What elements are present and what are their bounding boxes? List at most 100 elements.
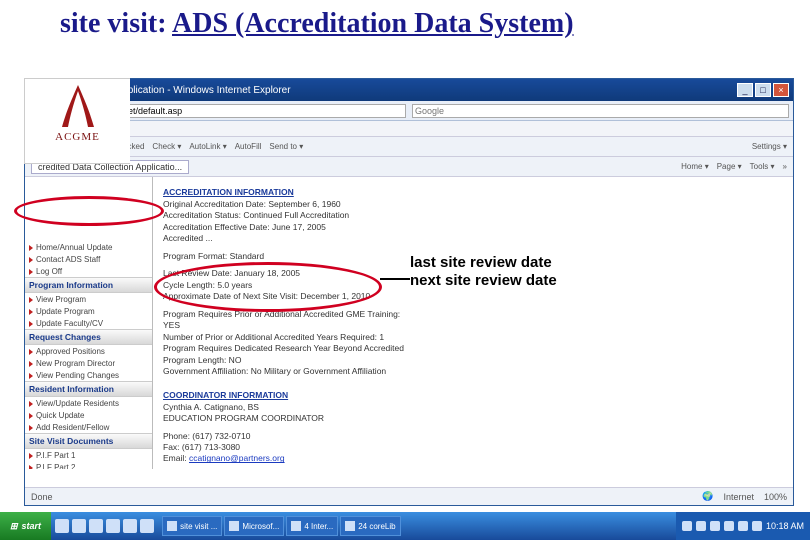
field: EDUCATION PROGRAM COORDINATOR: [163, 413, 783, 424]
slide-title-link: ADS (Accreditation Data System): [172, 8, 574, 39]
field: Accredited ...: [163, 233, 783, 244]
field: Program Requires Prior or Additional Acc…: [163, 309, 783, 320]
tray-icon[interactable]: [724, 521, 734, 531]
taskbar-item[interactable]: site visit ...: [162, 516, 222, 536]
clock[interactable]: 10:18 AM: [766, 521, 804, 531]
quick-launch-icon[interactable]: [89, 519, 103, 533]
toolbar-item[interactable]: Check ▾: [152, 142, 181, 151]
arrow-icon: [29, 245, 33, 251]
toolbar-item[interactable]: AutoFill: [235, 142, 262, 151]
quick-launch-icon[interactable]: [72, 519, 86, 533]
toolbar-settings[interactable]: Settings ▾: [752, 142, 787, 151]
window-titlebar: 🌐 Data Collection Application - Windows …: [25, 79, 793, 101]
toolbar-item[interactable]: AutoLink ▾: [189, 142, 226, 151]
sidebar-item-label: Quick Update: [36, 411, 84, 420]
sidebar-item-label: Update Faculty/CV: [36, 319, 103, 328]
field: Cynthia A. Catignano, BS: [163, 402, 783, 413]
taskbar-item-label: site visit ...: [180, 522, 217, 531]
email-label: Email:: [163, 453, 187, 463]
sidebar-item[interactable]: Update Program: [25, 305, 152, 317]
chevron-double-icon[interactable]: »: [783, 162, 787, 171]
arrow-icon: [29, 297, 33, 303]
page-content: Home/Annual Update Contact ADS Staff Log…: [25, 177, 793, 469]
sidebar-item[interactable]: Add Resident/Fellow: [25, 421, 152, 433]
sidebar-item[interactable]: View Program: [25, 293, 152, 305]
tray-icon[interactable]: [710, 521, 720, 531]
field: Government Affiliation: No Military or G…: [163, 366, 783, 377]
sidebar-item-label: New Program Director: [36, 359, 115, 368]
quick-launch-icon[interactable]: [55, 519, 69, 533]
slide-title-lead: site visit:: [60, 8, 167, 39]
arrow-icon: [29, 321, 33, 327]
sidebar-item[interactable]: Update Faculty/CV: [25, 317, 152, 329]
tray-icon[interactable]: [696, 521, 706, 531]
google-toolbar: Go ▾ Bookmarks ▾ 0 blocked Check ▾ AutoL…: [25, 137, 793, 157]
acgme-logo-block: ACGME: [24, 78, 130, 164]
toolbar-tools[interactable]: Tools ▾: [750, 162, 775, 171]
field: Email: ccatignano@partners.org: [163, 453, 783, 464]
sidebar-item-label: P.I.F Part 1: [36, 451, 75, 460]
window-buttons: _ □ ×: [737, 83, 789, 97]
minimize-button[interactable]: _: [737, 83, 753, 97]
field: Program Requires Dedicated Research Year…: [163, 343, 783, 354]
sidebar-item[interactable]: View/Update Residents: [25, 397, 152, 409]
taskbar-item-label: Microsof...: [242, 522, 279, 531]
sidebar-item-label: View/Update Residents: [36, 399, 119, 408]
sidebar-item-label: Home/Annual Update: [36, 243, 113, 252]
sidebar-item-label: Approved Positions: [36, 347, 105, 356]
arrow-icon: [29, 309, 33, 315]
main-content: ACCREDITATION INFORMATION Original Accre…: [153, 177, 793, 469]
sidebar-item[interactable]: Log Off: [25, 265, 152, 277]
sidebar-item[interactable]: Contact ADS Staff: [25, 253, 152, 265]
field: Original Accreditation Date: September 6…: [163, 199, 783, 210]
sidebar-item[interactable]: View Pending Changes: [25, 369, 152, 381]
taskbar-item[interactable]: 4 Inter...: [286, 516, 338, 536]
tray-icon[interactable]: [682, 521, 692, 531]
section-heading: COORDINATOR INFORMATION: [163, 390, 783, 400]
toolbar-home[interactable]: Home ▾: [681, 162, 709, 171]
arrow-icon: [29, 401, 33, 407]
callout-label: last site review date next site review d…: [410, 254, 557, 290]
sidebar-item-label: Log Off: [36, 267, 62, 276]
zoom-level[interactable]: 100%: [764, 492, 787, 502]
callout-line1: last site review date: [410, 254, 557, 272]
taskbar-item[interactable]: Microsof...: [224, 516, 284, 536]
sidebar-item[interactable]: Approved Positions: [25, 345, 152, 357]
quick-launch-icon[interactable]: [106, 519, 120, 533]
tray-icon[interactable]: [738, 521, 748, 531]
arrow-icon: [29, 269, 33, 275]
maximize-button[interactable]: □: [755, 83, 771, 97]
menu-bar: orites Tools Help: [25, 121, 793, 137]
toolbar-item[interactable]: Send to ▾: [269, 142, 303, 151]
tray-icon[interactable]: [752, 521, 762, 531]
taskbar-items: site visit ... Microsof... 4 Inter... 24…: [158, 512, 676, 540]
system-tray: 10:18 AM: [676, 512, 810, 540]
windows-taskbar: ⊞ start site visit ... Microsof... 4 Int…: [0, 512, 810, 540]
taskbar-item[interactable]: 24 coreLib: [340, 516, 400, 536]
arrow-icon: [29, 453, 33, 459]
sidebar-item[interactable]: Home/Annual Update: [25, 241, 152, 253]
section-heading: ACCREDITATION INFORMATION: [163, 187, 783, 197]
sidebar-item[interactable]: P.I.F Part 1: [25, 449, 152, 461]
close-button[interactable]: ×: [773, 83, 789, 97]
sidebar-section-header: Resident Information: [25, 381, 152, 397]
status-zone: Internet: [723, 492, 754, 502]
sidebar-item[interactable]: New Program Director: [25, 357, 152, 369]
sidebar-item-label: View Pending Changes: [36, 371, 119, 380]
sidebar-item[interactable]: Quick Update: [25, 409, 152, 421]
arrow-icon: [29, 257, 33, 263]
coordinator-email-link[interactable]: ccatignano@partners.org: [189, 453, 285, 463]
field: Phone: (617) 732-0710: [163, 431, 783, 442]
toolbar-page[interactable]: Page ▾: [717, 162, 742, 171]
start-button[interactable]: ⊞ start: [0, 512, 51, 540]
quick-launch-icon[interactable]: [140, 519, 154, 533]
status-text: Done: [31, 492, 53, 502]
search-input[interactable]: [412, 104, 789, 118]
sidebar-item[interactable]: P.I.F Part 2: [25, 461, 152, 469]
field: Fax: (617) 713-3080: [163, 442, 783, 453]
quick-launch-icon[interactable]: [123, 519, 137, 533]
sidebar-section-header: Program Information: [25, 277, 152, 293]
app-icon: [345, 521, 355, 531]
sidebar-item-label: View Program: [36, 295, 86, 304]
arrow-icon: [29, 425, 33, 431]
